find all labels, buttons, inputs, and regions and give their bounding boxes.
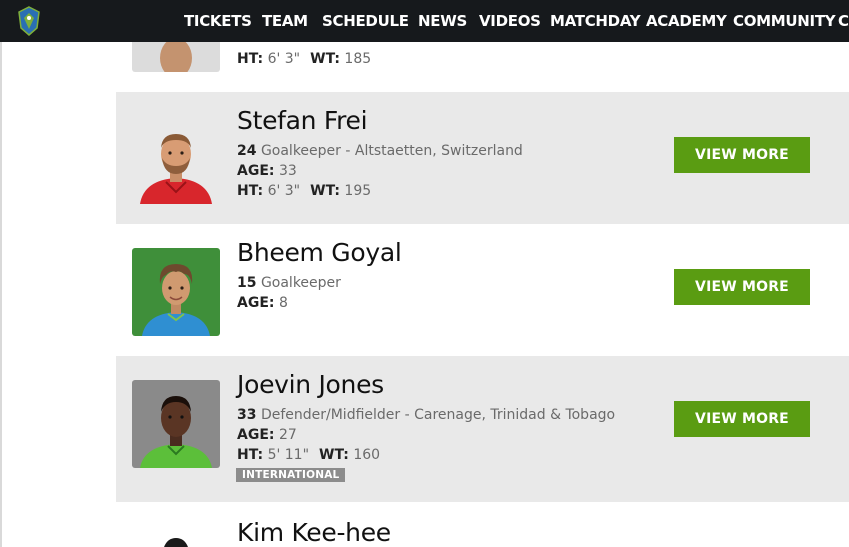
player-photo[interactable] <box>132 526 220 547</box>
nav-item-videos[interactable]: VIDEOS <box>479 12 541 30</box>
sounders-crest-logo[interactable] <box>18 6 40 36</box>
nav-item-community[interactable]: COMMUNITY <box>733 12 836 30</box>
nav-item-news[interactable]: NEWS <box>418 12 467 30</box>
nav-item-ca[interactable]: CA <box>838 12 849 30</box>
player-photo[interactable] <box>132 116 220 204</box>
nav-item-team[interactable]: TEAM <box>262 12 308 30</box>
view-more-button[interactable]: VIEW MORE <box>674 401 810 437</box>
player-photo[interactable] <box>132 248 220 336</box>
player-number-position: 24 Goalkeeper - Altstaetten, Switzerland <box>237 143 523 159</box>
international-badge: INTERNATIONAL <box>236 468 346 482</box>
player-photo <box>132 42 220 72</box>
player-age: AGE: 8 <box>237 295 288 311</box>
nav-item-academy[interactable]: ACADEMY <box>646 12 727 30</box>
nav-item-tickets[interactable]: TICKETS <box>184 12 252 30</box>
player-card: Stefan Frei 24 Goalkeeper - Altstaetten,… <box>116 92 849 224</box>
player-card: Bheem Goyal 15 Goalkeeper AGE: 8 VIEW MO… <box>116 224 849 356</box>
player-name[interactable]: Bheem Goyal <box>237 238 402 267</box>
player-name[interactable]: Joevin Jones <box>237 370 384 399</box>
player-card: Joevin Jones 33 Defender/Midfielder - Ca… <box>116 356 849 502</box>
player-measurements: HT: 6' 3" WT: 185 <box>237 51 372 67</box>
player-card-partial-top: HT: 6' 3" WT: 185 <box>116 42 849 92</box>
player-age: AGE: 33 <box>237 163 297 179</box>
player-measurements: HT: 5' 11" WT: 160 <box>237 447 381 463</box>
nav-item-matchday[interactable]: MATCHDAY <box>550 12 641 30</box>
top-navigation-bar: TICKETS TEAM SCHEDULE NEWS VIDEOS MATCHD… <box>0 0 849 42</box>
player-card-partial-bottom: Kim Kee-hee <box>116 502 849 547</box>
left-divider <box>0 42 2 547</box>
nav-item-schedule[interactable]: SCHEDULE <box>322 12 409 30</box>
player-number-position: 15 Goalkeeper <box>237 275 341 291</box>
player-photo[interactable] <box>132 380 220 468</box>
player-measurements: HT: 6' 3" WT: 195 <box>237 183 372 199</box>
view-more-button[interactable]: VIEW MORE <box>674 137 810 173</box>
player-name[interactable]: Stefan Frei <box>237 106 368 135</box>
view-more-button[interactable]: VIEW MORE <box>674 269 810 305</box>
player-number-position: 33 Defender/Midfielder - Carenage, Trini… <box>237 407 616 423</box>
player-age: AGE: 27 <box>237 427 297 443</box>
player-name[interactable]: Kim Kee-hee <box>237 518 391 547</box>
